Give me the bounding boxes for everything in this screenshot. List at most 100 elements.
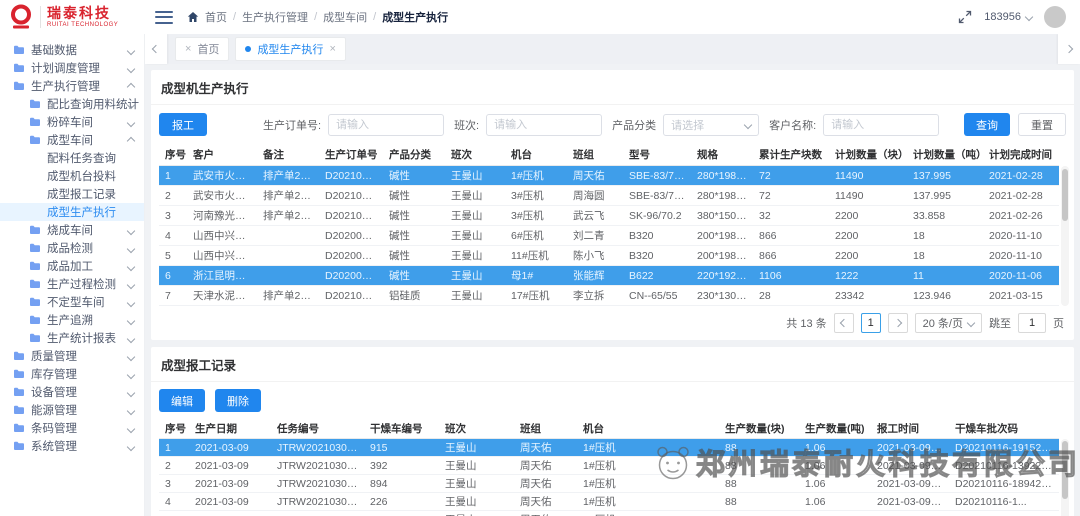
- table-cell: 2: [159, 457, 189, 475]
- sidebar-item[interactable]: 成型报工记录: [0, 185, 144, 203]
- tab-close-icon[interactable]: ×: [329, 44, 335, 55]
- column-header: 序号: [159, 418, 189, 439]
- table-cell: CN--65/55: [623, 286, 691, 306]
- sidebar-item[interactable]: 能源管理: [0, 401, 144, 419]
- breadcrumb-item[interactable]: 生产执行管理: [242, 9, 308, 25]
- scrollbar-thumb[interactable]: [1062, 441, 1068, 499]
- column-header: 累计生产块数: [753, 144, 829, 166]
- table-row[interactable]: 22021-03-09JTRW20210309-01392王曼山周天佑1#压机8…: [159, 457, 1059, 475]
- sidebar-item[interactable]: 生产过程检测: [0, 275, 144, 293]
- sidebar-item-label: 生产执行管理: [31, 78, 100, 94]
- column-header: 班组: [567, 144, 623, 166]
- tab-active[interactable]: 成型生产执行×: [235, 37, 345, 61]
- sidebar-item[interactable]: 成品检测: [0, 239, 144, 257]
- sidebar-item-label: 成型机台投料: [47, 168, 116, 184]
- table-cell: D20200035-3: [319, 246, 383, 266]
- breadcrumb-item[interactable]: 首页: [205, 9, 227, 25]
- avatar[interactable]: [1044, 6, 1066, 28]
- sidebar-item[interactable]: 配比查询用料统计: [0, 95, 144, 113]
- column-header: 备注: [257, 144, 319, 166]
- table-cell: JTRW20210309-01: [271, 457, 364, 475]
- chevron-down-icon: [127, 119, 135, 127]
- sidebar-item[interactable]: 条码管理: [0, 419, 144, 437]
- vertical-scrollbar[interactable]: [1061, 439, 1069, 516]
- table-row[interactable]: 52021-03-09JTRW20210309-01960王曼山周天佑1#压机8…: [159, 511, 1059, 516]
- table-row[interactable]: 5山西中兴水泥有D20200035-3碱性王曼山11#压机陈小飞B320200*…: [159, 246, 1059, 266]
- sidebar-item[interactable]: 粉碎车间: [0, 113, 144, 131]
- sidebar-item[interactable]: 基础数据: [0, 41, 144, 59]
- table-cell: 280*198*83/73: [691, 166, 753, 186]
- sidebar-item[interactable]: 计划调度管理: [0, 59, 144, 77]
- jump-page-input[interactable]: [1018, 313, 1046, 333]
- scrollbar-thumb[interactable]: [1062, 169, 1068, 221]
- table-cell: 2021-02-28: [983, 166, 1059, 186]
- table-row[interactable]: 1武安市火焰山工排产单21110D20210116-1碱性王曼山1#压机周天佑S…: [159, 166, 1059, 186]
- sidebar-item-active[interactable]: 成型生产执行: [0, 203, 144, 221]
- vertical-scrollbar[interactable]: [1061, 166, 1069, 306]
- sidebar-item[interactable]: 生产追溯: [0, 311, 144, 329]
- table-row[interactable]: 4山西中兴水泥有D20200035-3碱性王曼山6#压机刘二青B320200*1…: [159, 226, 1059, 246]
- report-table-wrapper: 序号生产日期任务编号干燥车编号班次班组机台生产数量(块)生产数量(吨)报工时间干…: [159, 418, 1066, 516]
- next-page-button[interactable]: [888, 313, 908, 333]
- table-cell: 周天佑: [514, 457, 577, 475]
- column-header: 任务编号: [271, 418, 364, 439]
- tab[interactable]: ×首页: [175, 37, 229, 61]
- sidebar-item[interactable]: 设备管理: [0, 383, 144, 401]
- table-row[interactable]: 12021-03-09JTRW20210309-01915王曼山周天佑1#压机8…: [159, 439, 1059, 457]
- sidebar-item-label: 条码管理: [31, 420, 77, 436]
- report-work-button[interactable]: 报工: [159, 113, 207, 136]
- jump-suffix: 页: [1053, 315, 1064, 331]
- home-icon[interactable]: [187, 11, 199, 23]
- table-cell: 1.06: [799, 457, 871, 475]
- fullscreen-icon[interactable]: [958, 10, 972, 24]
- delete-button[interactable]: 删除: [215, 389, 261, 412]
- sidebar-item[interactable]: 成型机台投料: [0, 167, 144, 185]
- customer-name-input[interactable]: [823, 114, 939, 136]
- sidebar-item-label: 粉碎车间: [47, 114, 93, 130]
- product-category-select[interactable]: 请选择: [663, 114, 759, 136]
- production-execution-panel: 成型机生产执行 报工 生产订单号: 班次: 产品分类 请选择: [151, 70, 1074, 340]
- tab-scroll-right-button[interactable]: [1058, 34, 1080, 64]
- sidebar-item[interactable]: 配料任务查询: [0, 149, 144, 167]
- table-cell: 王曼山: [445, 226, 505, 246]
- current-page-button[interactable]: 1: [861, 313, 881, 333]
- table-cell: 72: [753, 186, 829, 206]
- sidebar-item[interactable]: 成型车间: [0, 131, 144, 149]
- table-row[interactable]: 42021-03-09JTRW20210309-01226王曼山周天佑1#压机8…: [159, 493, 1059, 511]
- breadcrumb-item[interactable]: 成型车间: [323, 9, 367, 25]
- jump-label: 跳至: [989, 315, 1011, 331]
- shift-input[interactable]: [486, 114, 602, 136]
- tab-list: ×首页成型生产执行×: [167, 37, 1058, 61]
- search-button[interactable]: 查询: [964, 113, 1010, 136]
- sidebar-item-label: 成型车间: [47, 132, 93, 148]
- folder-icon: [29, 99, 41, 109]
- table-row[interactable]: 3河南豫光金铅股排产单21034D20210045-2碱性王曼山3#压机武云飞S…: [159, 206, 1059, 226]
- sidebar-item[interactable]: 生产统计报表: [0, 329, 144, 347]
- sidebar-item[interactable]: 库存管理: [0, 365, 144, 383]
- edit-button[interactable]: 编辑: [159, 389, 205, 412]
- sidebar-item[interactable]: 质量管理: [0, 347, 144, 365]
- tab-scroll-left-button[interactable]: [145, 34, 167, 64]
- sidebar-item[interactable]: 烧成车间: [0, 221, 144, 239]
- sidebar-item-label: 成品加工: [47, 258, 93, 274]
- table-row[interactable]: 7天津水泥工业设排产单21115 建D20210115-1铝硅质王曼山17#压机…: [159, 286, 1059, 306]
- collapse-menu-icon[interactable]: [155, 11, 173, 24]
- filter-label: 产品分类: [612, 117, 656, 133]
- tab-close-icon[interactable]: ×: [185, 44, 191, 55]
- production-order-input[interactable]: [328, 114, 444, 136]
- table-cell: 1.06: [799, 439, 871, 457]
- sidebar-item[interactable]: 生产执行管理: [0, 77, 144, 95]
- table-row[interactable]: 6浙江昆明水泥有D20200018-3碱性王曼山母1#张能辉B622220*19…: [159, 266, 1059, 286]
- sidebar-item[interactable]: 不定型车间: [0, 293, 144, 311]
- table-cell: 137.995: [907, 186, 983, 206]
- sidebar-item[interactable]: 成品加工: [0, 257, 144, 275]
- table-cell: 88: [719, 457, 799, 475]
- table-cell: 王曼山: [439, 475, 514, 493]
- table-row[interactable]: 2武安市火焰山工排产单21110D20210116-1碱性王曼山3#压机周海圆S…: [159, 186, 1059, 206]
- page-size-select[interactable]: 20 条/页: [915, 313, 982, 333]
- user-id-dropdown[interactable]: 183956: [984, 11, 1032, 23]
- prev-page-button[interactable]: [834, 313, 854, 333]
- table-row[interactable]: 32021-03-09JTRW20210309-01894王曼山周天佑1#压机8…: [159, 475, 1059, 493]
- sidebar-item[interactable]: 系统管理: [0, 437, 144, 455]
- reset-button[interactable]: 重置: [1018, 113, 1066, 136]
